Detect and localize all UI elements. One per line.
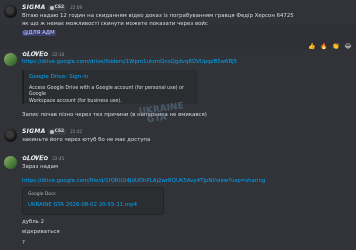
timestamp: 22:45 <box>52 156 65 162</box>
role-mention[interactable]: @ДЛЯ АДМ <box>22 29 56 36</box>
message-sigma-2: SIGMA CS2 22:42 закиньте його через ютуб… <box>0 128 356 146</box>
message-text: Запис почав пізно через тех причини (в н… <box>22 112 207 118</box>
clap-icon[interactable]: 👏 <box>332 43 340 51</box>
message-text: дубль 2 <box>22 219 45 225</box>
username[interactable]: ✿𝑳𝑶𝑽𝑬✿ <box>22 51 48 59</box>
avatar[interactable] <box>4 129 17 142</box>
server-tag[interactable]: CS2 <box>47 129 67 135</box>
file-source: Google Docs <box>28 192 56 197</box>
timestamp: 22:42 <box>70 129 83 135</box>
timestamp: 22:16 <box>52 52 65 58</box>
file-embed: Google Docs UKRAINE GTA 2026-08-02 20-55… <box>22 187 164 215</box>
embed-title[interactable]: Google Drive: Sign-in <box>29 74 193 82</box>
fire-icon[interactable]: 🔥 <box>320 43 328 51</box>
message-text: як що ж немає можливості скинути можете … <box>22 21 208 28</box>
avatar[interactable] <box>4 156 17 169</box>
tag-icon <box>49 6 54 10</box>
message-text: Зараз надам <box>22 164 58 170</box>
drive-link[interactable]: https://drive.google.com/drive/folders/1… <box>22 59 282 66</box>
username[interactable]: ✿𝑳𝑶𝑽𝑬✿ <box>22 155 48 163</box>
embed-description: Access Google Drive with a Google accoun… <box>29 85 184 98</box>
server-tag[interactable]: CS2 <box>47 5 67 11</box>
watermark-logo: UKRAINE GTA <box>138 101 185 125</box>
username[interactable]: SIGMA <box>22 128 46 136</box>
file-name[interactable]: UKRAINE GTA 2026-08-02 20-55-11.mp4 <box>28 202 158 209</box>
message-text: закиньте його через ютуб бо не має досту… <box>22 137 151 143</box>
timestamp: 22:09 <box>70 5 83 11</box>
username[interactable]: SIGMA <box>22 4 46 12</box>
message-text: Вітаю надаю 12 годин на скиданням відео … <box>22 13 294 19</box>
message-text: відкриваться <box>22 229 60 235</box>
tag-icon <box>49 130 54 134</box>
message-text: ? <box>22 240 25 246</box>
link-embed: Google Drive: Sign-in Access Google Driv… <box>22 70 198 104</box>
avatar[interactable] <box>4 53 17 66</box>
laugh-icon[interactable]: 😂 <box>344 43 352 51</box>
avatar[interactable] <box>4 5 17 18</box>
message-actions: 👍 🔥 👏 😂 <box>308 43 352 51</box>
thumbs-up-icon[interactable]: 👍 <box>308 43 316 51</box>
message-sigma-1: SIGMA CS2 22:09 Вітаю надаю 12 годин на … <box>0 4 356 36</box>
drive-link[interactable]: https://drive.google.com/file/d/1fQRUU4J… <box>22 178 342 185</box>
